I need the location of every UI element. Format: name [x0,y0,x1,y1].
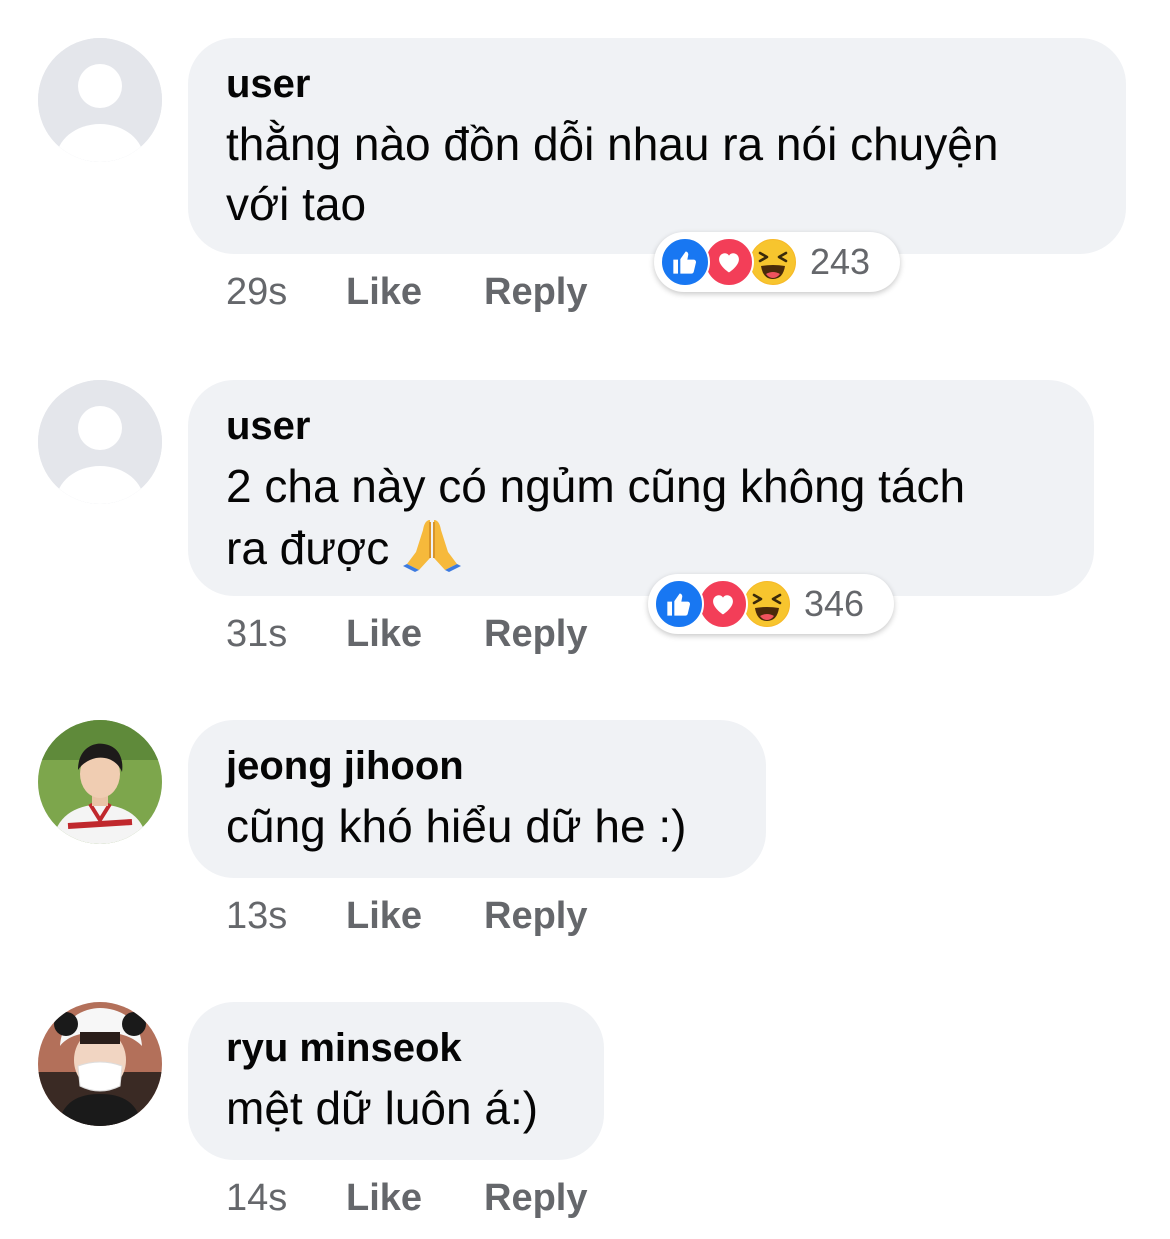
haha-icon [742,579,792,629]
comment-actions: 14s Like Reply [226,1174,587,1222]
comment-author[interactable]: user [226,60,1088,108]
comment-text: 2 cha này có ngủm cũng không tách ra đượ… [226,456,1056,586]
comment-bubble: jeong jihoon cũng khó hiểu dữ he :) [188,720,766,878]
reaction-summary[interactable]: 243 [654,232,900,292]
avatar[interactable] [38,1002,162,1126]
reaction-count: 243 [810,241,871,282]
comment-actions: 29s Like Reply [226,268,587,316]
comment-bubble: user 2 cha này có ngủm cũng không tách r… [188,380,1094,596]
comment-timestamp[interactable]: 29s [226,268,346,316]
like-button[interactable]: Like [346,1174,484,1222]
comment-text: thằng nào đồn dỗi nhau ra nói chuyện với… [226,118,999,230]
reply-button[interactable]: Reply [484,1174,587,1222]
comment-actions: 31s Like Reply [226,610,587,658]
comment-timestamp[interactable]: 13s [226,892,346,940]
comment-text: cũng khó hiểu dữ he :) [226,800,687,852]
comment-actions: 13s Like Reply [226,892,587,940]
comment-timestamp[interactable]: 31s [226,610,346,658]
like-icon [660,237,710,287]
comment-bubble: ryu minseok mệt dữ luôn á:) [188,1002,604,1160]
avatar[interactable] [38,720,162,844]
love-icon [704,237,754,287]
reply-button[interactable]: Reply [484,892,587,940]
like-button[interactable]: Like [346,268,484,316]
default-avatar[interactable] [38,38,162,162]
like-icon [654,579,704,629]
reply-button[interactable]: Reply [484,610,587,658]
default-avatar[interactable] [38,380,162,504]
reply-button[interactable]: Reply [484,268,587,316]
love-icon [698,579,748,629]
reaction-summary[interactable]: 346 [648,574,894,634]
comment-author[interactable]: user [226,402,1056,450]
reaction-count: 346 [804,583,865,624]
comment-text-content: 2 cha này có ngủm cũng không tách ra đượ… [226,460,966,574]
comment-timestamp[interactable]: 14s [226,1174,346,1222]
comment-bubble: user thằng nào đồn dỗi nhau ra nói chuyệ… [188,38,1126,254]
like-button[interactable]: Like [346,610,484,658]
haha-icon [748,237,798,287]
comment-text: mệt dữ luôn á:) [226,1082,539,1134]
folded-hands-emoji [399,516,465,586]
comment-author[interactable]: ryu minseok [226,1024,566,1072]
comment-author[interactable]: jeong jihoon [226,742,728,790]
like-button[interactable]: Like [346,892,484,940]
